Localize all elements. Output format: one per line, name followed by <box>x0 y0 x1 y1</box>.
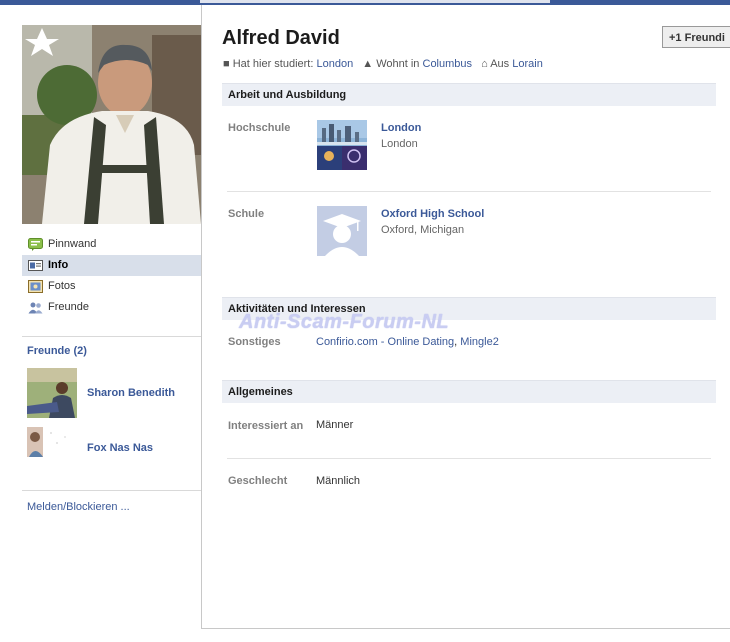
school-image[interactable] <box>317 206 367 256</box>
nav-item-label: Freunde <box>48 301 89 313</box>
nav-item-label: Info <box>48 259 69 271</box>
nav-item-friends[interactable]: Freunde <box>22 297 201 318</box>
add-friend-button[interactable]: +1 Freundi <box>662 26 730 48</box>
profile-nav: Pinnwand Info Fotos Freunde <box>22 234 201 318</box>
watermark-text: Anti-Scam-Forum-NL <box>239 311 450 333</box>
profile-name: Alfred David <box>222 27 340 49</box>
interested-value: Männer <box>316 419 354 431</box>
activity-link[interactable]: Mingle2 <box>460 336 499 348</box>
section-general-heading: Allgemeines <box>222 380 716 403</box>
nav-item-wall[interactable]: Pinnwand <box>22 234 201 255</box>
college-label: Hochschule <box>228 122 291 134</box>
education-icon: ■ <box>223 58 230 70</box>
row-divider <box>227 458 711 459</box>
section-work-education-heading: Arbeit und Ausbildung <box>222 83 716 106</box>
report-block-link[interactable]: Melden/Blockieren ... <box>27 501 130 513</box>
nav-item-label: Fotos <box>48 280 76 292</box>
info-icon <box>28 259 43 272</box>
nav-item-label: Pinnwand <box>48 238 97 250</box>
friend-item[interactable]: Fox Nas Nas <box>27 423 202 473</box>
friends-icon <box>28 301 43 314</box>
friend-avatar[interactable] <box>27 368 77 418</box>
college-image[interactable] <box>317 120 367 170</box>
friend-name[interactable]: Sharon Benedith <box>87 387 175 399</box>
meta-studied-prefix: Hat hier studiert: <box>232 58 314 70</box>
meta-lives: ▲ Wohnt in Columbus <box>362 58 472 70</box>
activity-link[interactable]: Confirio.com - Online Dating <box>316 336 454 348</box>
nav-item-photos[interactable]: Fotos <box>22 276 201 297</box>
profile-meta: ■ Hat hier studiert: London ▲ Wohnt in C… <box>223 58 549 70</box>
college-location: London <box>381 138 418 150</box>
add-friend-label: Freundi <box>684 32 725 44</box>
nav-item-info[interactable]: Info <box>22 255 201 276</box>
friends-heading[interactable]: Freunde (2) <box>27 345 87 357</box>
meta-studied-link[interactable]: London <box>316 58 353 70</box>
row-divider <box>227 191 711 192</box>
interested-label: Interessiert an <box>228 420 304 432</box>
wall-icon <box>28 238 43 251</box>
gender-value: Männlich <box>316 475 361 487</box>
meta-from: ⌂ Aus Lorain <box>481 58 543 70</box>
add-friend-icon: +1 <box>669 32 682 44</box>
meta-lives-prefix: Wohnt in <box>376 58 420 70</box>
hometown-icon: ⌂ <box>481 58 488 70</box>
home-icon: ▲ <box>362 58 374 70</box>
other-values: Confirio.com - Online Dating, Mingle2 <box>316 336 499 348</box>
meta-lives-link[interactable]: Columbus <box>423 58 473 70</box>
friend-name[interactable]: Fox Nas Nas <box>87 442 153 454</box>
school-location: Oxford, Michigan <box>381 224 465 236</box>
school-label: Schule <box>228 208 265 220</box>
college-name-link[interactable]: London <box>381 122 421 134</box>
meta-from-link[interactable]: Lorain <box>512 58 543 70</box>
friend-avatar[interactable] <box>27 423 77 473</box>
main-content: Alfred David +1 Freundi ■ Hat hier studi… <box>201 5 730 629</box>
profile-photo[interactable] <box>22 25 201 224</box>
left-column: Pinnwand Info Fotos Freunde Freunde (2) … <box>0 5 201 642</box>
meta-from-prefix: Aus <box>490 58 510 70</box>
meta-studied: ■ Hat hier studiert: London <box>223 58 353 70</box>
school-name-link[interactable]: Oxford High School <box>381 208 484 220</box>
left-divider <box>22 336 201 337</box>
gender-label: Geschlecht <box>228 475 288 487</box>
top-bar-highlight <box>200 0 550 3</box>
friend-item[interactable]: Sharon Benedith <box>27 368 202 418</box>
photos-icon <box>28 280 43 293</box>
left-divider <box>22 490 201 491</box>
other-label: Sonstiges <box>228 336 281 348</box>
